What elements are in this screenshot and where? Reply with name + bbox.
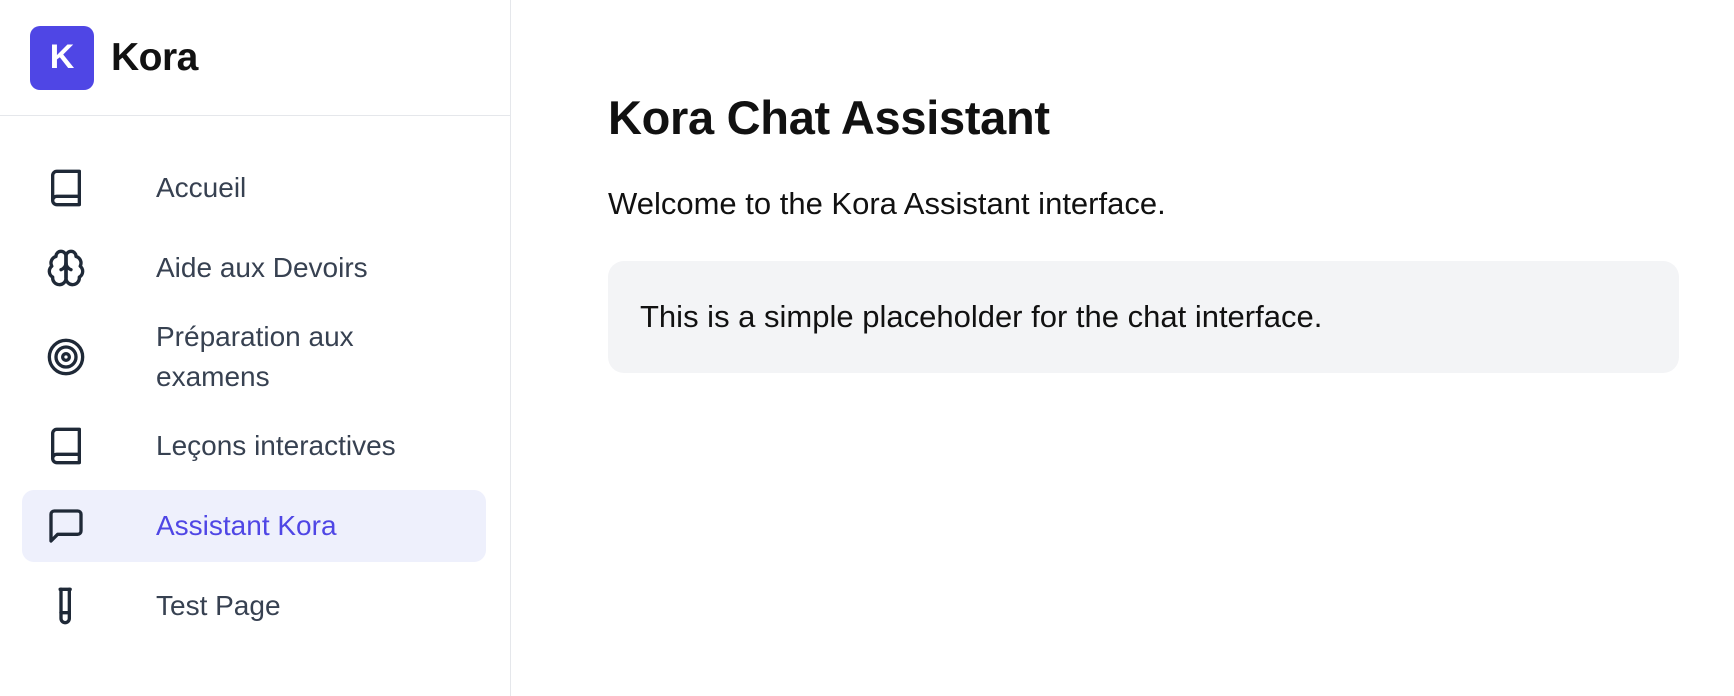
- page-title: Kora Chat Assistant: [608, 91, 1050, 144]
- brand-logo[interactable]: K: [30, 25, 94, 90]
- sidebar-item-label: Leçons interactives: [156, 430, 396, 461]
- sidebar: K Kora Accueil Aide aux Devoirs Préparat…: [0, 0, 511, 696]
- app-root: K Kora Accueil Aide aux Devoirs Préparat…: [0, 0, 1734, 696]
- sidebar-item-test-page[interactable]: Test Page: [22, 570, 486, 642]
- sidebar-item-preparation-aux-examens[interactable]: Préparation aux examens: [22, 312, 486, 402]
- main-content: Kora Chat Assistant Welcome to the Kora …: [511, 0, 1734, 696]
- test-tube-icon: [44, 584, 88, 628]
- brand-header: K Kora: [0, 0, 510, 116]
- sidebar-item-label: Aide aux Devoirs: [156, 252, 368, 283]
- book-icon: [44, 424, 88, 468]
- brain-icon: [44, 246, 88, 290]
- message-square-icon: [44, 504, 88, 548]
- book-icon: [44, 166, 88, 210]
- sidebar-item-label: Accueil: [156, 172, 247, 203]
- sidebar-item-label: Préparation aux examens: [156, 321, 354, 392]
- chat-placeholder-text: This is a simple placeholder for the cha…: [640, 299, 1323, 334]
- sidebar-nav: Accueil Aide aux Devoirs Préparation aux…: [0, 116, 510, 642]
- sidebar-item-aide-aux-devoirs[interactable]: Aide aux Devoirs: [22, 232, 486, 304]
- target-icon: [44, 335, 88, 379]
- sidebar-item-assistant-kora[interactable]: Assistant Kora: [22, 490, 486, 562]
- sidebar-item-lecons-interactives[interactable]: Leçons interactives: [22, 410, 486, 482]
- chat-placeholder-box: This is a simple placeholder for the cha…: [608, 261, 1679, 373]
- brand-name: Kora: [111, 35, 198, 79]
- sidebar-item-label: Assistant Kora: [156, 510, 337, 541]
- sidebar-item-accueil[interactable]: Accueil: [22, 152, 486, 224]
- page-subtitle: Welcome to the Kora Assistant interface.: [608, 186, 1166, 221]
- sidebar-item-label: Test Page: [156, 590, 281, 621]
